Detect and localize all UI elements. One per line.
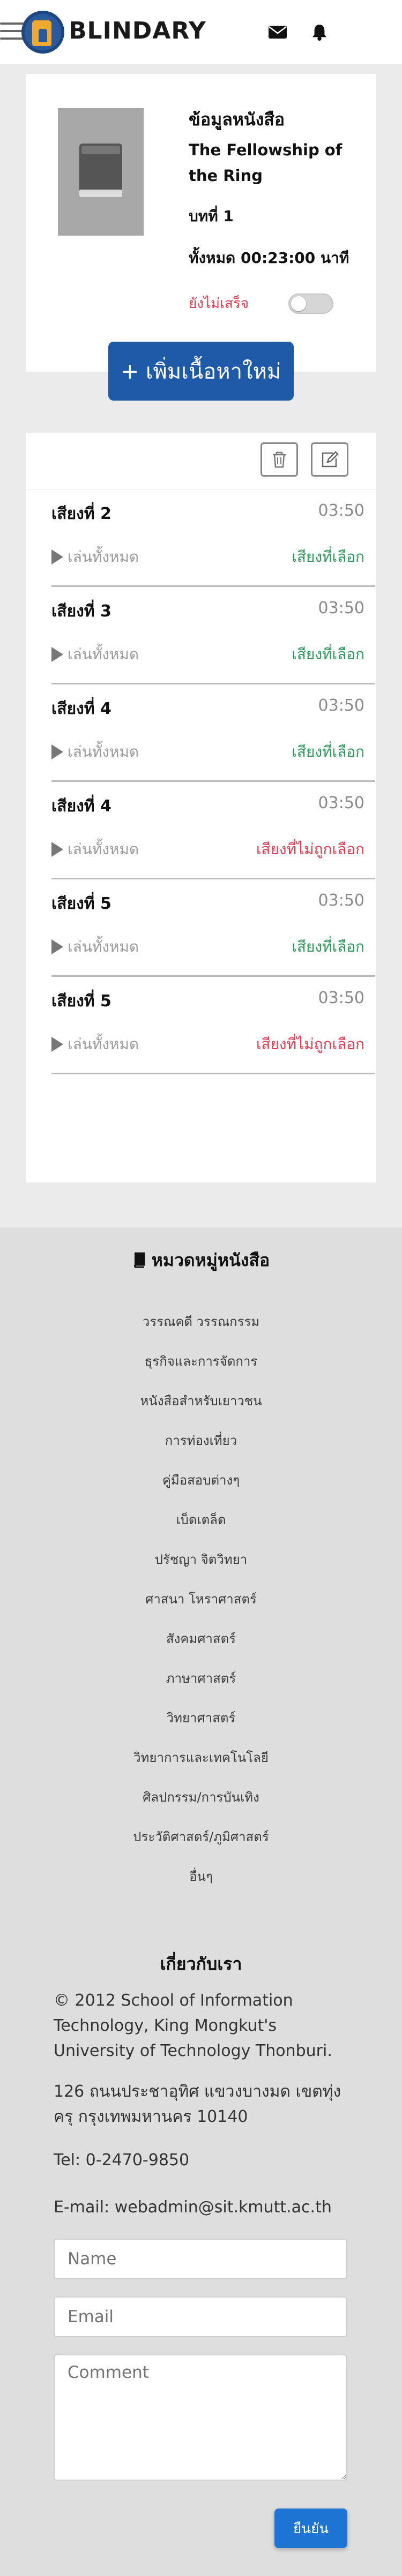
add-content-button[interactable]: + เพิ่มเนื้อหาใหม่: [108, 342, 294, 401]
category-link[interactable]: ภาษาศาสตร์: [0, 1668, 402, 1689]
book-title: The Fellowship of the Ring: [189, 141, 343, 185]
play-all-label: เล่นทั้งหมด: [68, 548, 139, 566]
about-heading: เกี่ยวกับเรา: [160, 1954, 242, 1974]
email-input[interactable]: [54, 2296, 347, 2337]
track-selection-status: เสียงที่เลือก: [292, 645, 364, 663]
trash-icon: [273, 451, 286, 468]
category-link[interactable]: ปรัชญา จิตวิทยา: [0, 1549, 402, 1570]
track-name: เสียงที่ 2: [51, 504, 111, 523]
play-all-label: เล่นทั้งหมด: [68, 743, 139, 760]
category-link[interactable]: เบ็ดเตล็ด: [0, 1509, 402, 1530]
play-all-label: เล่นทั้งหมด: [68, 1035, 139, 1053]
name-input[interactable]: [54, 2239, 347, 2279]
book-info-card: ข้อมูลหนังสือ The Fellowship of the Ring…: [26, 74, 376, 372]
categories-heading: หมวดหมู่หนังสือ: [0, 1247, 402, 1274]
play-all-label: เล่นทั้งหมด: [68, 840, 139, 858]
category-link[interactable]: หนังสือสำหรับเยาวชน: [0, 1390, 402, 1411]
category-link[interactable]: ศาสนา โหราศาสตร์: [0, 1588, 402, 1609]
book-icon: [133, 1252, 145, 1268]
track-selection-status: เสียงที่เลือก: [292, 548, 364, 566]
delete-button[interactable]: [260, 442, 298, 477]
track-row[interactable]: เสียงที่ 4 03:50 เล่นทั้งหมด เสียงที่เลื…: [51, 684, 375, 782]
edit-button[interactable]: [311, 442, 348, 477]
track-duration: 03:50: [318, 891, 364, 910]
audio-list-card: เสียงที่ 2 03:50 เล่นทั้งหมด เสียงที่เลื…: [26, 433, 376, 1182]
envelope-icon[interactable]: [268, 24, 287, 41]
book-cover: [58, 108, 144, 236]
track-row[interactable]: เสียงที่ 5 03:50 เล่นทั้งหมด เสียงที่ไม่…: [51, 977, 375, 1074]
category-link[interactable]: ศิลปกรรม/การบันเทิง: [0, 1787, 402, 1807]
track-duration: 03:50: [318, 696, 364, 715]
completion-toggle[interactable]: [288, 293, 333, 314]
track-duration: 03:50: [318, 599, 364, 617]
edit-icon: [322, 451, 339, 468]
play-icon: [51, 744, 63, 759]
blindary-logo[interactable]: [21, 11, 64, 54]
track-duration: 03:50: [318, 989, 364, 1007]
track-duration: 03:50: [318, 501, 364, 520]
bell-icon[interactable]: [310, 24, 329, 41]
track-duration: 03:50: [318, 794, 364, 812]
category-link[interactable]: วิทยาการและเทคโนโลยี: [0, 1747, 402, 1768]
total-duration: ทั้งหมด 00:23:00 นาที: [189, 249, 349, 267]
top-navbar: BLINDARY: [0, 0, 402, 64]
track-name: เสียงที่ 5: [51, 894, 111, 913]
list-toolbar: [26, 433, 376, 489]
category-link[interactable]: วิทยาศาสตร์: [0, 1707, 402, 1728]
category-link[interactable]: ประวัติศาสตร์/ภูมิศาสตร์: [0, 1826, 402, 1847]
play-icon: [51, 647, 63, 662]
chapter-label: บทที่ 1: [189, 207, 234, 225]
categories-heading-text: หมวดหมู่หนังสือ: [151, 1250, 270, 1270]
brand-name[interactable]: BLINDARY: [69, 17, 206, 44]
track-name: เสียงที่ 5: [51, 992, 111, 1011]
play-all-button[interactable]: เล่นทั้งหมด: [51, 643, 139, 666]
category-link[interactable]: อื่นๆ: [0, 1866, 402, 1887]
play-all-label: เล่นทั้งหมด: [68, 938, 139, 955]
track-row[interactable]: เสียงที่ 5 03:50 เล่นทั้งหมด เสียงที่เลื…: [51, 879, 375, 977]
track-row[interactable]: เสียงที่ 4 03:50 เล่นทั้งหมด เสียงที่ไม่…: [51, 782, 375, 879]
email-text: E-mail: webadmin@sit.kmutt.ac.th: [54, 2198, 332, 2217]
track-name: เสียงที่ 4: [51, 797, 111, 816]
telephone-text: Tel: 0-2470-9850: [54, 2151, 190, 2170]
play-all-button[interactable]: เล่นทั้งหมด: [51, 1033, 139, 1056]
footer: หมวดหมู่หนังสือ วรรณคดี วรรณกรรม ธุรกิจแ…: [0, 1227, 402, 2576]
play-icon: [51, 939, 63, 954]
play-all-button[interactable]: เล่นทั้งหมด: [51, 740, 139, 764]
comment-textarea[interactable]: [54, 2354, 347, 2481]
category-link[interactable]: สังคมศาสตร์: [0, 1628, 402, 1649]
completion-status: ยังไม่เสร็จ: [189, 296, 249, 312]
toggle-knob: [291, 296, 306, 311]
submit-button[interactable]: ยืนยัน: [274, 2509, 347, 2548]
play-icon: [51, 1037, 63, 1052]
track-name: เสียงที่ 3: [51, 602, 111, 621]
category-link[interactable]: วรรณคดี วรรณกรรม: [0, 1311, 402, 1332]
book-info-heading: ข้อมูลหนังสือ: [189, 109, 285, 130]
track-row[interactable]: เสียงที่ 3 03:50 เล่นทั้งหมด เสียงที่เลื…: [51, 587, 375, 684]
play-all-button[interactable]: เล่นทั้งหมด: [51, 545, 139, 569]
play-icon: [51, 549, 63, 564]
play-all-label: เล่นทั้งหมด: [68, 645, 139, 663]
play-icon: [51, 842, 63, 857]
track-selection-status: เสียงที่เลือก: [292, 743, 364, 760]
track-row[interactable]: เสียงที่ 2 03:50 เล่นทั้งหมด เสียงที่เลื…: [51, 489, 375, 587]
category-link[interactable]: คู่มือสอบต่างๆ: [0, 1470, 402, 1490]
play-all-button[interactable]: เล่นทั้งหมด: [51, 838, 139, 861]
book-icon: [79, 144, 122, 197]
track-selection-status: เสียงที่ไม่ถูกเลือก: [256, 1035, 364, 1053]
play-all-button[interactable]: เล่นทั้งหมด: [51, 935, 139, 959]
category-link[interactable]: ธุรกิจและการจัดการ: [0, 1351, 402, 1372]
track-selection-status: เสียงที่เลือก: [292, 938, 364, 955]
track-selection-status: เสียงที่ไม่ถูกเลือก: [256, 840, 364, 858]
address-text: 126 ถนนประชาอุทิศ แขวงบางมด เขตทุ่งครุ ก…: [54, 2082, 341, 2126]
category-link[interactable]: การท่องเที่ยว: [0, 1430, 402, 1451]
track-name: เสียงที่ 4: [51, 699, 111, 718]
copyright-text: © 2012 School of Information Technology,…: [54, 1991, 332, 2060]
